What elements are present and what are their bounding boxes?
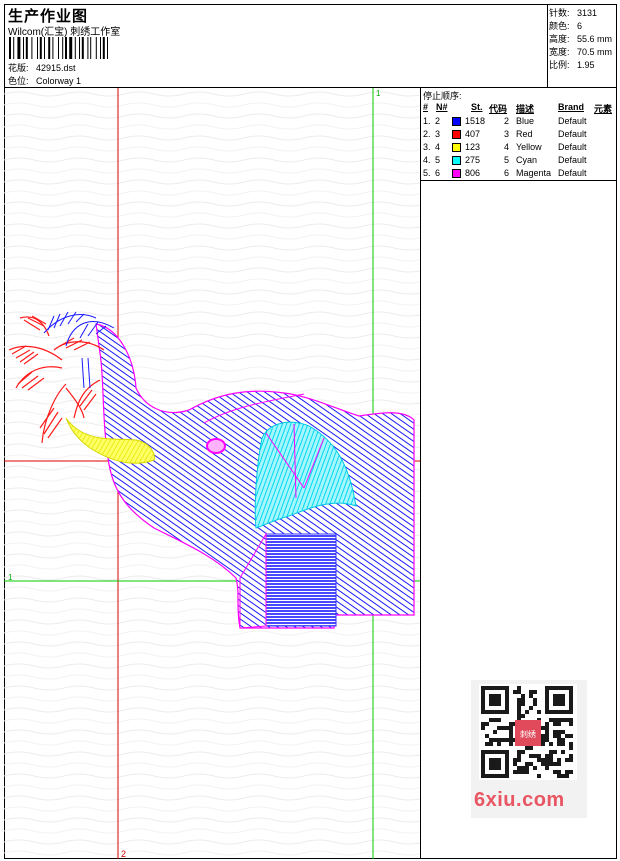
legend-cell-st: 407: [465, 129, 481, 139]
legend-cell-code: 6: [504, 168, 510, 178]
legend-cell-n: 2: [435, 116, 441, 126]
legend-cell-brand: Default: [558, 155, 587, 165]
design-filename: 42915.dst: [36, 63, 76, 73]
legend-cell-num: 3.: [423, 142, 431, 152]
stop-sequence-legend: 停止顺序: # N# St. 代码 描述 Brand 元素 1. 2 1518 2 Bl…: [421, 88, 617, 181]
stat-scale: 比例: 1.95: [549, 58, 595, 71]
legend-cell-num: 1.: [423, 116, 431, 126]
legend-cell-code: 5: [504, 155, 510, 165]
legend-cell-brand: Default: [558, 129, 587, 139]
legend-cell-brand: Default: [558, 142, 587, 152]
stat-height-value: 55.6 mm: [577, 34, 613, 44]
stat-colors-label: 颜色:: [549, 21, 570, 31]
legend-cell-brand: Default: [558, 116, 587, 126]
stat-height-label: 高度:: [549, 34, 570, 44]
red-vertical-label: 2: [121, 849, 126, 859]
legend-header-stitches: St.: [471, 102, 483, 112]
embroidery-preview: 1 1 2: [4, 88, 420, 859]
legend-cell-desc: Yellow: [516, 142, 542, 152]
legend-cell-n: 6: [435, 168, 441, 178]
colorway-row: 色位: Colorway 1: [8, 74, 81, 87]
legend-cell-st: 1518: [465, 116, 486, 126]
legend-cell-desc: Cyan: [516, 155, 538, 165]
stat-width-value: 70.5 mm: [577, 47, 613, 57]
legend-cell-brand: Default: [558, 168, 587, 178]
legend-cell-code: 4: [504, 142, 510, 152]
legend-cell-code: 3: [504, 129, 510, 139]
header-panel: 生产作业图 Wilcom(汇宝) 刺绣工作室 花版: 42915.dst 色位: C…: [4, 4, 548, 88]
stat-stitches-label: 针数:: [549, 8, 570, 18]
legend-header-code: 代码: [489, 104, 508, 114]
stat-stitches: 针数: 3131: [549, 6, 597, 19]
legend-cell-n: 5: [435, 155, 441, 165]
legend-color-swatch: [452, 130, 461, 139]
legend-header-num: #: [423, 102, 429, 112]
legend-cell-num: 2.: [423, 129, 431, 139]
stats-panel: 针数: 3131 颜色: 6 高度: 55.6 mm 宽度: 70.5 mm 比例: 1.…: [547, 4, 617, 88]
legend-cell-num: 5.: [423, 168, 431, 178]
legend-cell-n: 4: [435, 142, 441, 152]
legend-cell-st: 275: [465, 155, 481, 165]
legend-color-swatch: [452, 156, 461, 165]
stat-width-label: 宽度:: [549, 47, 570, 57]
legend-header-desc: 描述: [516, 104, 535, 114]
stat-height: 高度: 55.6 mm: [549, 32, 612, 45]
colorway-value: Colorway 1: [36, 76, 82, 86]
seal-text: 刺绣: [520, 729, 536, 739]
stat-width: 宽度: 70.5 mm: [549, 45, 612, 58]
stat-scale-label: 比例:: [549, 60, 570, 70]
green-horizontal-label: 1: [8, 573, 13, 582]
design-label: 花版:: [8, 63, 29, 73]
legend-header-n: N#: [436, 102, 448, 112]
design-canvas: 1 1 2: [4, 88, 421, 859]
stat-stitches-value: 3131: [577, 8, 598, 18]
legend-color-swatch: [452, 169, 461, 178]
barcode-image: [9, 37, 108, 59]
legend-cell-desc: Red: [516, 129, 533, 139]
legend-cell-n: 3: [435, 129, 441, 139]
legend-header-element: 元素: [594, 104, 613, 114]
blue-trunk-block: [265, 533, 337, 627]
stat-colors: 颜色: 6: [549, 19, 582, 32]
legend-cell-st: 806: [465, 168, 481, 178]
legend-color-swatch: [452, 117, 461, 126]
legend-header-brand: Brand: [558, 102, 585, 112]
legend-color-swatch: [452, 143, 461, 152]
design-row: 花版: 42915.dst: [8, 61, 76, 74]
brand-watermark: 6xiu.com: [474, 789, 565, 811]
legend-cell-desc: Blue: [516, 116, 535, 126]
magenta-eye-accent: [206, 438, 226, 454]
green-vertical-label: 1: [376, 89, 381, 98]
legend-cell-num: 4.: [423, 155, 431, 165]
legend-cell-code: 2: [504, 116, 510, 126]
legend-cell-desc: Magenta: [516, 168, 552, 178]
stat-colors-value: 6: [577, 21, 583, 31]
qr-code-image: 刺绣: [479, 684, 577, 780]
stat-scale-value: 1.95: [577, 60, 595, 70]
legend-cell-st: 123: [465, 142, 481, 152]
colorway-label: 色位:: [8, 76, 29, 86]
studio-name: Wilcom(汇宝) 刺绣工作室: [8, 27, 121, 38]
legend-title: 停止顺序:: [423, 91, 462, 101]
